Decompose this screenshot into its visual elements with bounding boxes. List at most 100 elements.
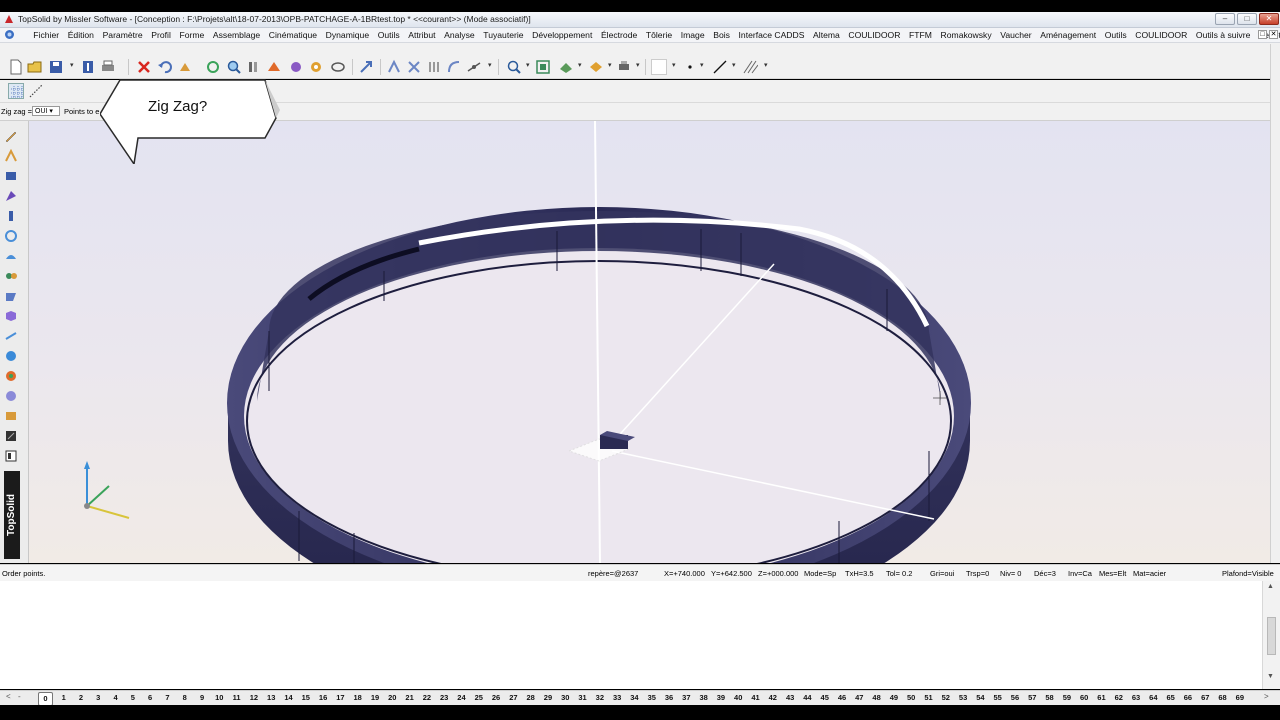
page-tab[interactable]: 17 [332, 692, 349, 706]
page-tab[interactable]: 21 [401, 692, 418, 706]
menu-item[interactable]: Fichier [29, 29, 63, 41]
scroll-down-icon[interactable]: ▼ [1267, 673, 1274, 680]
page-tab[interactable]: 30 [557, 692, 574, 706]
print-preview-icon[interactable] [616, 59, 632, 75]
menu-item[interactable]: Cinématique [265, 29, 322, 41]
menu-item[interactable]: Analyse [440, 29, 479, 41]
page-tab[interactable]: 68 [1214, 692, 1231, 706]
menu-item[interactable]: COULIDOOR [1131, 29, 1192, 41]
menu-item[interactable]: Tuyauterie [479, 29, 528, 41]
page-tab[interactable]: 27 [505, 692, 522, 706]
menu-item[interactable]: Interface CADDS [734, 29, 809, 41]
page-tab[interactable]: 46 [833, 692, 850, 706]
hatch-dropdown-icon[interactable]: ▾ [764, 61, 769, 69]
page-tab[interactable]: 56 [1006, 692, 1023, 706]
color-dropdown-icon[interactable]: ▾ [672, 61, 677, 69]
transform-icon[interactable] [358, 59, 374, 75]
layer-icon[interactable] [330, 59, 346, 75]
render-dropdown-icon[interactable]: ▾ [608, 61, 613, 69]
color-icon[interactable] [4, 369, 18, 383]
point-style-dropdown-icon[interactable]: ▾ [700, 61, 705, 69]
page-tab[interactable]: 16 [314, 692, 331, 706]
page-tab[interactable]: 45 [816, 692, 833, 706]
page-tab[interactable]: 14 [280, 692, 297, 706]
page-tab[interactable]: 10 [211, 692, 228, 706]
dotted-line-icon[interactable] [28, 83, 44, 99]
shape-icon[interactable] [4, 169, 18, 183]
cross-icon[interactable] [406, 59, 422, 75]
page-tab[interactable]: 58 [1041, 692, 1058, 706]
page-tab[interactable]: 22 [418, 692, 435, 706]
save-icon[interactable] [48, 59, 64, 75]
sketch-icon[interactable] [4, 129, 18, 143]
page-tab[interactable]: 28 [522, 692, 539, 706]
page-tab[interactable]: 13 [263, 692, 280, 706]
page-tab[interactable]: 5 [124, 692, 141, 706]
curve-icon[interactable] [446, 59, 462, 75]
columns-icon[interactable] [426, 59, 442, 75]
open-folder-icon[interactable] [27, 59, 43, 75]
document-menu-icon[interactable] [4, 29, 15, 40]
menu-item[interactable]: Attribut [404, 29, 440, 41]
page-tab[interactable]: 23 [436, 692, 453, 706]
page-tab[interactable]: 69 [1231, 692, 1248, 706]
page-tab[interactable]: 8 [176, 692, 193, 706]
page-prev-icon[interactable]: < [6, 692, 11, 701]
new-file-icon[interactable] [8, 59, 24, 75]
page-tab[interactable]: 24 [453, 692, 470, 706]
page-tab[interactable]: 12 [245, 692, 262, 706]
page-tab[interactable]: 19 [366, 692, 383, 706]
part-icon[interactable] [4, 309, 18, 323]
sphere-icon[interactable] [4, 389, 18, 403]
snap-icon[interactable] [386, 59, 402, 75]
menu-item[interactable]: Outils à suivre [1192, 29, 1255, 41]
surface-icon[interactable] [4, 249, 18, 263]
page-tab[interactable]: 65 [1162, 692, 1179, 706]
page-tab[interactable]: 59 [1058, 692, 1075, 706]
render-icon[interactable] [588, 59, 604, 75]
analysis-icon[interactable] [4, 349, 18, 363]
page-tab[interactable]: 67 [1197, 692, 1214, 706]
zoom-icon[interactable] [506, 59, 522, 75]
measure-icon[interactable] [466, 59, 482, 75]
page-tab[interactable]: 35 [643, 692, 660, 706]
page-tab[interactable]: 6 [141, 692, 158, 706]
profile-icon[interactable] [4, 189, 18, 203]
menu-item[interactable]: Bois [709, 29, 734, 41]
view-dropdown-icon[interactable]: ▾ [578, 61, 583, 69]
menu-item[interactable]: Outils [373, 29, 404, 41]
page-tab-active[interactable]: 0 [38, 692, 53, 706]
page-tab[interactable]: 33 [609, 692, 626, 706]
page-tab[interactable]: 52 [937, 692, 954, 706]
page-tab[interactable]: 3 [90, 692, 107, 706]
menu-item[interactable]: Tôlerie [642, 29, 677, 41]
page-tab[interactable]: 4 [107, 692, 124, 706]
page-tab[interactable]: 37 [678, 692, 695, 706]
console-scrollbar[interactable]: ▲ ▼ [1262, 581, 1280, 689]
assembly-icon[interactable] [4, 269, 18, 283]
menu-item[interactable]: Édition [63, 29, 98, 41]
close-doc-button[interactable]: ✕ [1269, 30, 1278, 39]
page-tab[interactable]: 40 [730, 692, 747, 706]
page-tab[interactable]: 34 [626, 692, 643, 706]
menu-item[interactable]: Forme [175, 29, 208, 41]
page-tab[interactable]: 20 [384, 692, 401, 706]
page-tab[interactable]: 18 [349, 692, 366, 706]
page-tab[interactable]: 2 [72, 692, 89, 706]
hatch-icon[interactable] [742, 59, 758, 75]
page-tab[interactable]: 43 [781, 692, 798, 706]
page-tab[interactable]: 9 [193, 692, 210, 706]
menu-item[interactable]: Vaucher [996, 29, 1036, 41]
page-tab[interactable]: 60 [1076, 692, 1093, 706]
line-style-dropdown-icon[interactable]: ▾ [732, 61, 737, 69]
page-tab[interactable]: 64 [1145, 692, 1162, 706]
page-tab[interactable]: 47 [851, 692, 868, 706]
right-scrollbar[interactable] [1270, 44, 1280, 563]
close-button[interactable]: ✕ [1259, 13, 1279, 25]
box-icon[interactable] [4, 409, 18, 423]
sheet-metal-icon[interactable] [4, 289, 18, 303]
minimize-button[interactable]: – [1215, 13, 1235, 25]
ring-model-drawing[interactable] [29, 121, 1278, 563]
page-tab[interactable]: 62 [1110, 692, 1127, 706]
properties-icon[interactable] [80, 59, 96, 75]
